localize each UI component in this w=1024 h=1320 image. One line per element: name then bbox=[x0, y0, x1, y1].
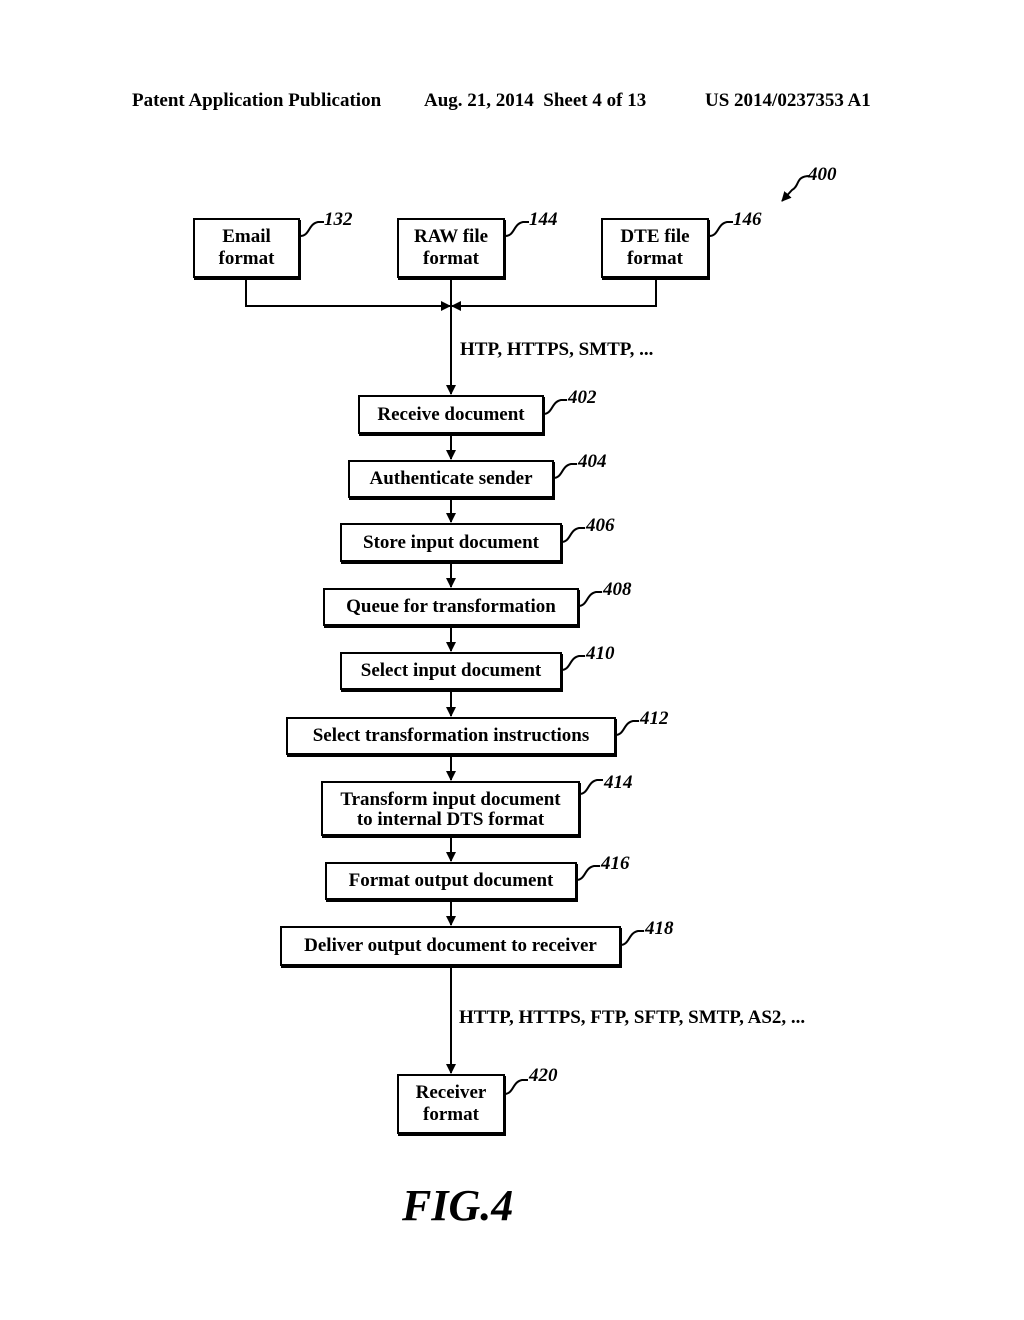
step-box-406: Store input document bbox=[340, 523, 562, 562]
figure-ref-400: 400 bbox=[808, 164, 837, 185]
ref-420: 420 bbox=[529, 1065, 558, 1086]
figure-caption: FIG.4 bbox=[402, 1181, 514, 1230]
step-412-label: Select transformation instructions bbox=[312, 725, 590, 746]
output-protocols-label: HTTP, HTTPS, FTP, SFTP, SMTP, AS2, ... bbox=[459, 1007, 806, 1028]
ref-144: 144 bbox=[529, 209, 558, 230]
input-box-dte: DTE file format bbox=[601, 218, 709, 278]
step-box-416: Format output document bbox=[325, 862, 577, 900]
step-402-label: Receive document bbox=[377, 403, 525, 425]
step-box-412: Select transformation instructions bbox=[286, 717, 616, 755]
step-box-402: Receive document bbox=[358, 395, 544, 434]
receiver-line2: format bbox=[423, 1104, 479, 1125]
ref-146: 146 bbox=[733, 209, 762, 230]
input-box-email: Email format bbox=[193, 218, 300, 278]
ref-412: 412 bbox=[640, 708, 669, 729]
step-414-line2: to internal DTS format bbox=[356, 808, 545, 830]
ref-414: 414 bbox=[604, 772, 633, 793]
step-box-410: Select input document bbox=[340, 652, 562, 690]
input-email-line2: format bbox=[218, 248, 275, 269]
ref-132: 132 bbox=[324, 209, 353, 230]
step-box-414: Transform input document to internal DTS … bbox=[321, 781, 580, 836]
step-414-line1: Transform input document bbox=[340, 788, 561, 810]
step-416-label: Format output document bbox=[348, 870, 554, 891]
step-418-label: Deliver output document to receiver bbox=[304, 935, 597, 956]
ref-402: 402 bbox=[568, 387, 597, 408]
step-box-404: Authenticate sender bbox=[348, 460, 554, 498]
ref-416: 416 bbox=[601, 853, 630, 874]
step-410-label: Select input document bbox=[360, 660, 542, 681]
input-email-line1: Email bbox=[222, 226, 271, 247]
input-box-raw: RAW file format bbox=[397, 218, 505, 278]
input-dte-line2: format bbox=[627, 248, 683, 269]
ref-410: 410 bbox=[586, 643, 615, 664]
step-406-label: Store input document bbox=[363, 531, 539, 553]
ref-406: 406 bbox=[586, 515, 615, 536]
step-404-label: Authenticate sender bbox=[369, 468, 533, 489]
step-box-408: Queue for transformation bbox=[323, 588, 579, 626]
ref-404: 404 bbox=[578, 451, 607, 472]
input-protocols-label: HTP, HTTPS, SMTP, ... bbox=[460, 339, 654, 360]
receiver-line1: Receiver bbox=[415, 1082, 487, 1103]
input-raw-line1: RAW file bbox=[413, 226, 489, 247]
input-dte-line1: DTE file bbox=[620, 226, 690, 247]
receiver-box: Receiver format bbox=[397, 1074, 505, 1134]
ref-408: 408 bbox=[603, 579, 632, 600]
step-408-label: Queue for transformation bbox=[346, 596, 556, 617]
input-raw-line2: format bbox=[423, 248, 479, 269]
ref-418: 418 bbox=[645, 918, 674, 939]
step-box-418: Deliver output document to receiver bbox=[280, 926, 621, 966]
